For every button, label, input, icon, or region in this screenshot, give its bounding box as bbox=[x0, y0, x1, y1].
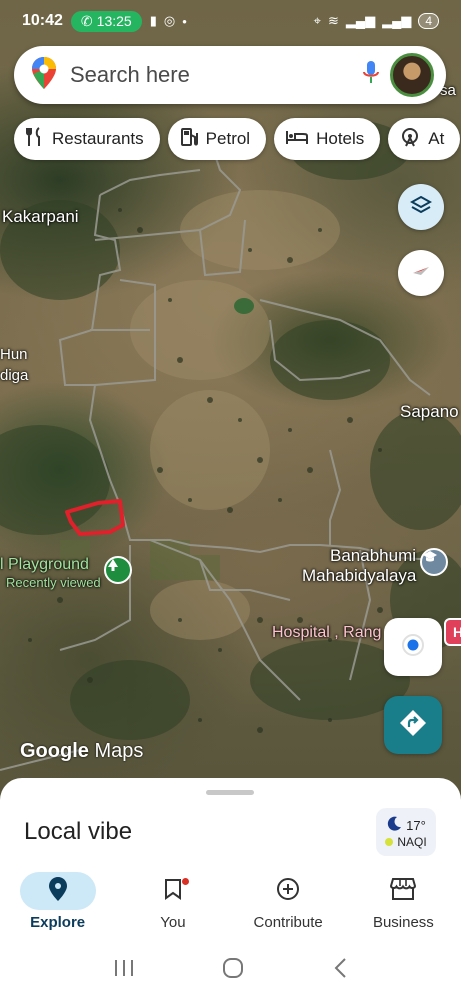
ferris-wheel-icon bbox=[400, 127, 420, 152]
moon-icon bbox=[386, 816, 402, 835]
bottom-sheet[interactable]: Local vibe 17° NAQI bbox=[0, 778, 461, 868]
location-icon: ⌖ bbox=[313, 13, 321, 28]
nav-you[interactable]: You bbox=[115, 868, 230, 940]
my-location-icon bbox=[400, 632, 426, 663]
school-pin-icon[interactable] bbox=[420, 548, 448, 576]
explore-pin-icon bbox=[48, 877, 67, 905]
recent-apps-icon[interactable] bbox=[113, 958, 135, 983]
status-bar: 10:42 ✆ 13:25 ▮ ◎ • ⌖ ≋ ▂▄▆ ▂▄▆ 4 bbox=[0, 0, 461, 42]
gas-station-icon bbox=[180, 127, 198, 152]
map-label-hospital[interactable]: Hospital , Rang bbox=[272, 624, 381, 642]
nav-explore[interactable]: Explore bbox=[0, 868, 115, 940]
microphone-icon[interactable] bbox=[362, 60, 380, 91]
layers-button[interactable] bbox=[398, 184, 444, 230]
map-label-diga[interactable]: diga bbox=[0, 367, 28, 384]
chip-attractions[interactable]: At bbox=[388, 118, 461, 160]
nav-contribute[interactable]: Contribute bbox=[231, 868, 346, 940]
weather-temperature: 17° bbox=[406, 817, 426, 833]
chip-petrol[interactable]: Petrol bbox=[167, 118, 267, 160]
nav-business[interactable]: Business bbox=[346, 868, 461, 940]
map-label-recently-viewed: Recently viewed bbox=[6, 575, 101, 590]
home-icon[interactable] bbox=[221, 956, 245, 985]
add-circle-icon bbox=[276, 877, 300, 905]
map-label-playground[interactable]: l Playground bbox=[0, 556, 89, 574]
map-label-hun[interactable]: Hun bbox=[0, 346, 28, 363]
google-maps-pin-icon bbox=[32, 56, 56, 94]
map-label-mahabidyalaya[interactable]: Mahabidyalaya bbox=[302, 566, 416, 586]
pond bbox=[234, 298, 254, 314]
notification-dot bbox=[181, 878, 189, 885]
aqi-dot-icon bbox=[385, 837, 394, 846]
layers-icon bbox=[409, 194, 433, 221]
phone-icon: ✆ bbox=[80, 12, 93, 29]
storefront-icon bbox=[390, 877, 417, 905]
call-duration: 13:25 bbox=[96, 13, 132, 29]
profile-avatar[interactable] bbox=[390, 53, 434, 97]
chip-restaurants[interactable]: Restaurants bbox=[14, 118, 160, 160]
sheet-drag-handle[interactable] bbox=[206, 790, 254, 795]
more-notifications-dot-icon: • bbox=[182, 13, 187, 29]
system-navigation-bar bbox=[0, 940, 461, 1000]
search-bar[interactable]: Search here bbox=[14, 46, 446, 104]
call-indicator[interactable]: ✆ 13:25 bbox=[70, 10, 142, 32]
directions-button[interactable] bbox=[384, 696, 442, 754]
wifi-icon: ≋ bbox=[327, 13, 339, 28]
google-maps-logo: Google Maps bbox=[20, 740, 144, 762]
signal-icon: ▂▄▆ bbox=[345, 13, 376, 28]
map-label-banabhumi[interactable]: Banabhumi bbox=[330, 546, 416, 566]
compass-icon bbox=[409, 259, 433, 288]
notification-alert-icon: ▮ bbox=[149, 13, 157, 28]
category-chips: Restaurants Petrol Hotels At bbox=[14, 118, 461, 160]
back-icon[interactable] bbox=[332, 957, 348, 984]
search-input[interactable]: Search here bbox=[70, 62, 362, 88]
chip-hotels[interactable]: Hotels bbox=[274, 118, 381, 160]
bed-icon bbox=[286, 129, 309, 150]
my-location-button[interactable] bbox=[384, 618, 442, 676]
compass-button[interactable] bbox=[398, 250, 444, 296]
instagram-icon: ◎ bbox=[163, 13, 176, 28]
aqi-label: NAQI bbox=[397, 834, 427, 849]
bookmark-icon bbox=[164, 878, 182, 904]
fork-knife-icon bbox=[26, 126, 44, 152]
map-label-sapan[interactable]: Sapano bbox=[400, 402, 459, 422]
park-pin-icon[interactable] bbox=[104, 556, 132, 584]
bottom-navigation: Explore You Contribute Business bbox=[0, 868, 461, 940]
map-label-kakarpani[interactable]: Kakarpani bbox=[2, 207, 79, 227]
status-time: 10:42 bbox=[22, 12, 63, 29]
sheet-title: Local vibe bbox=[24, 818, 133, 845]
signal-2-icon: ▂▄▆ bbox=[382, 13, 412, 28]
directions-icon bbox=[398, 708, 428, 743]
hospital-pin-icon[interactable]: H bbox=[444, 618, 461, 646]
weather-widget[interactable]: 17° NAQI bbox=[376, 808, 436, 856]
battery-indicator: 4 bbox=[418, 13, 439, 29]
